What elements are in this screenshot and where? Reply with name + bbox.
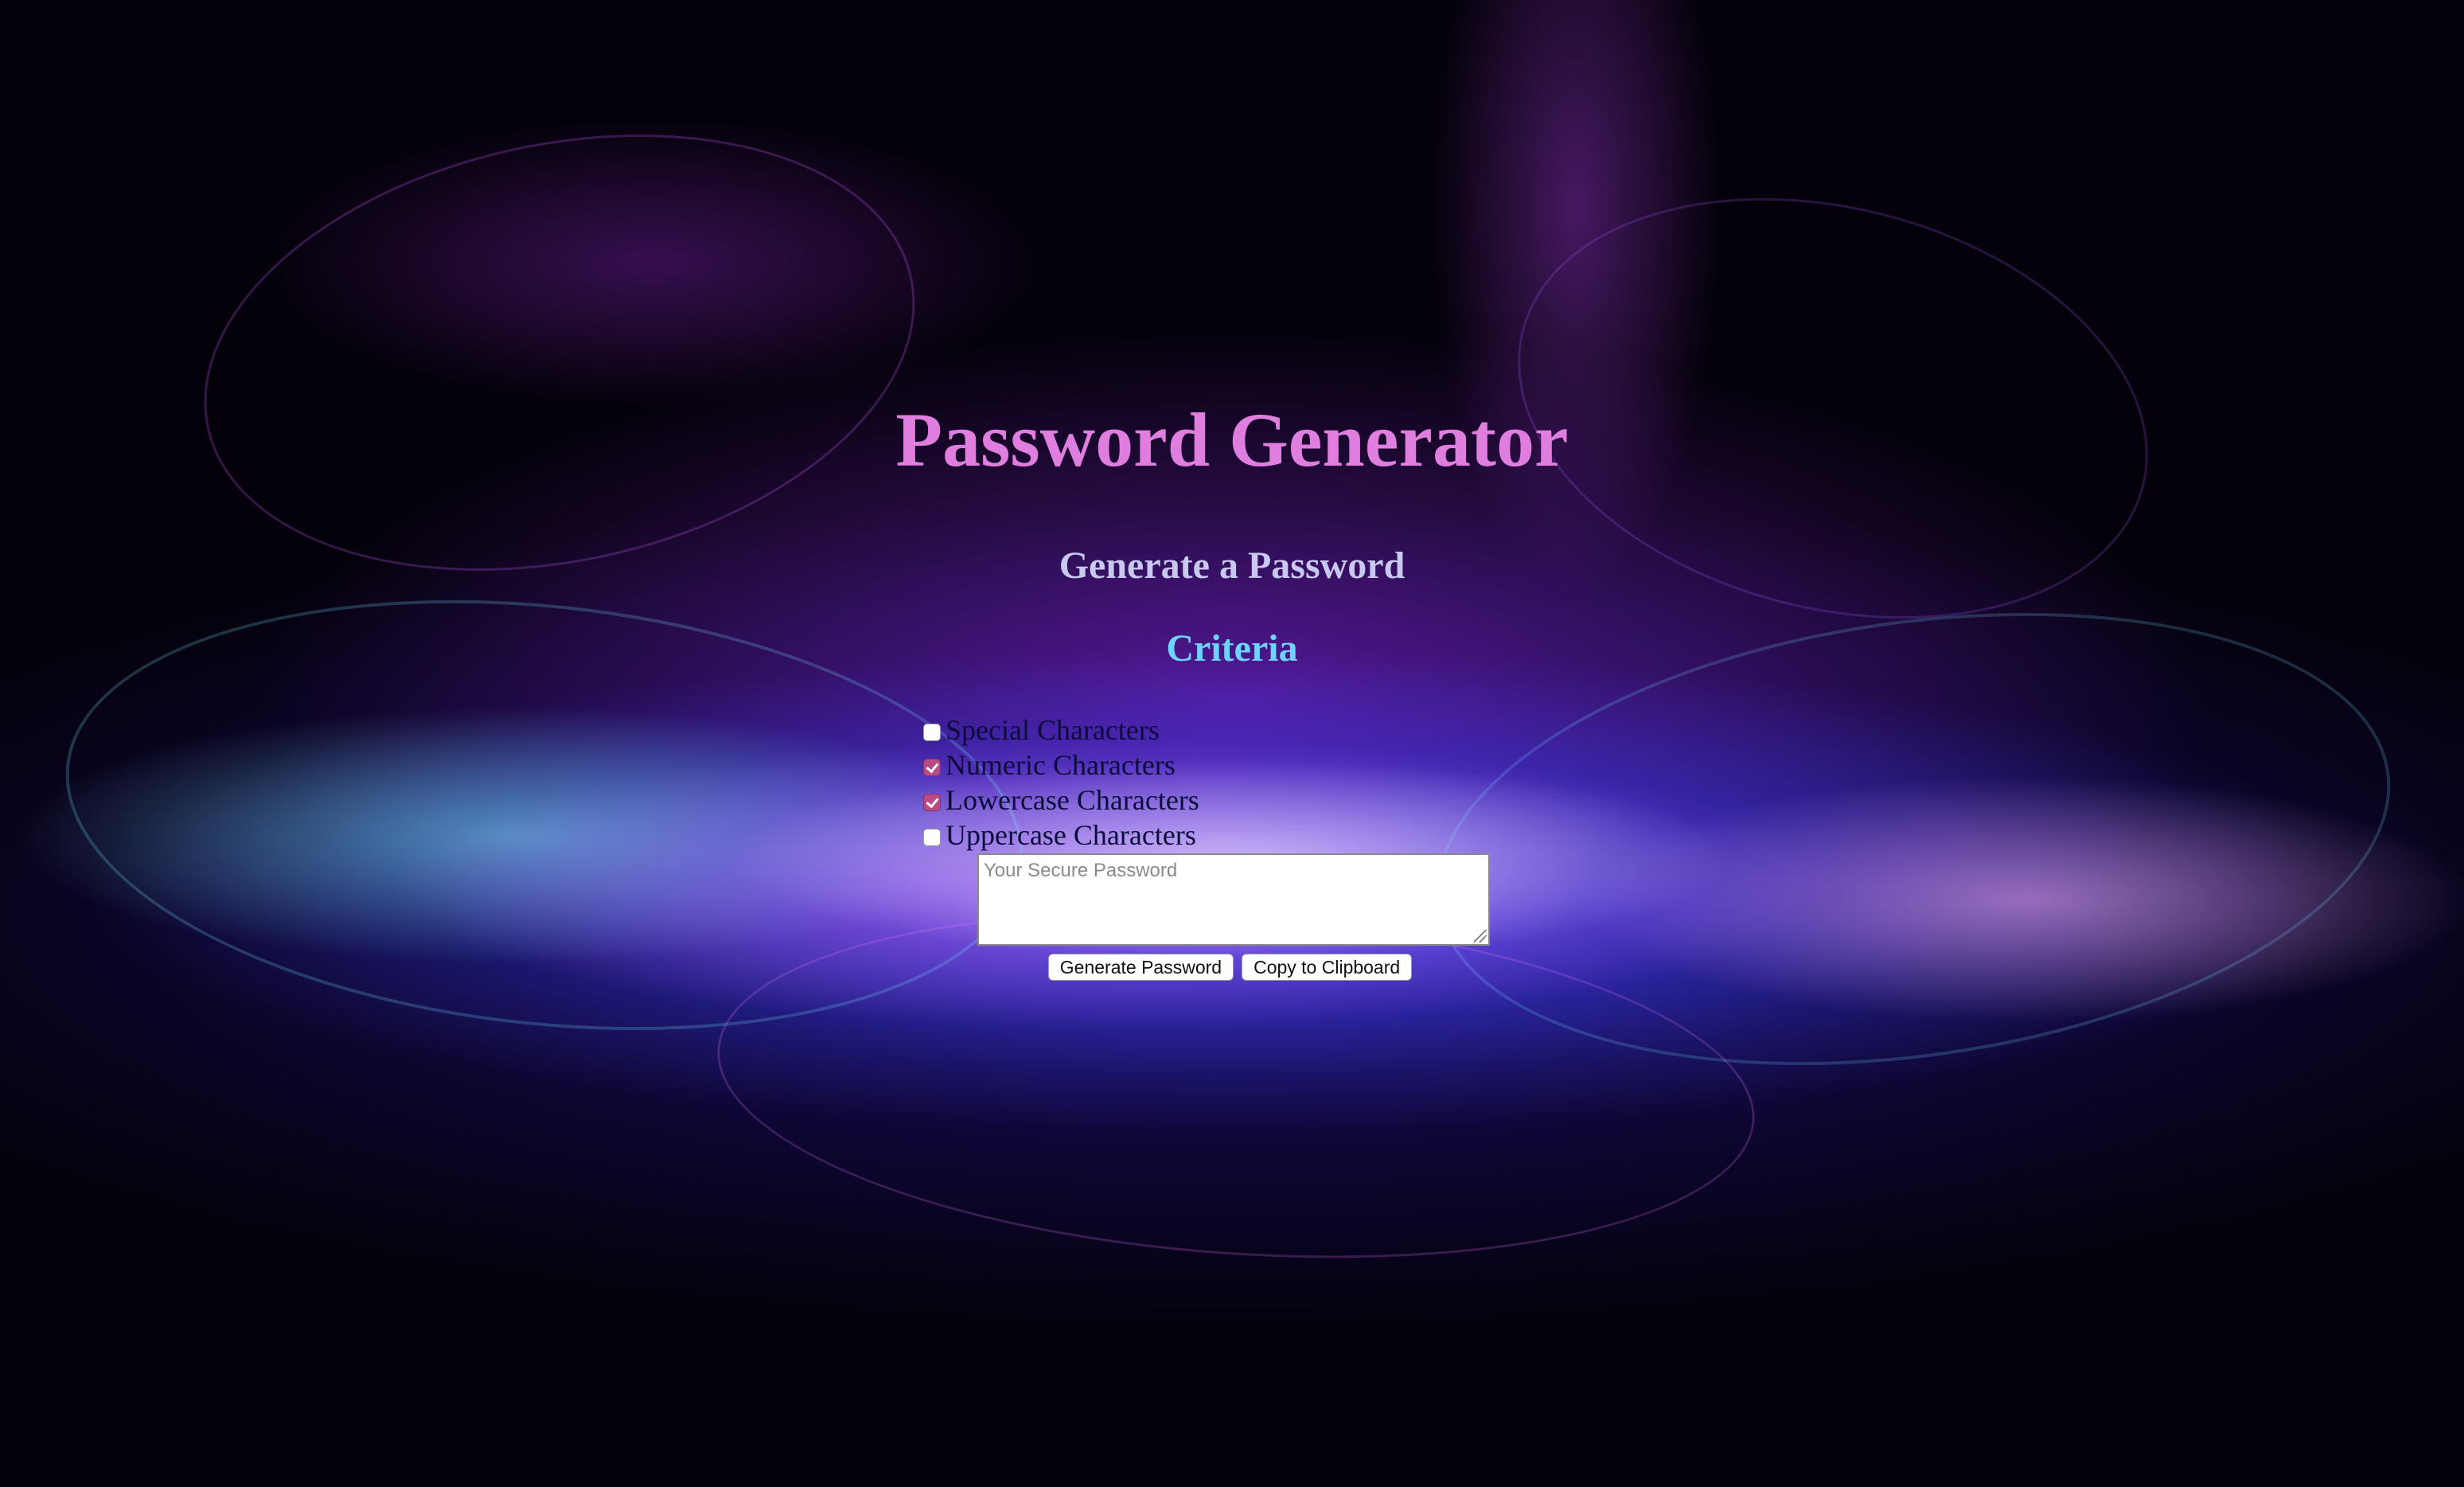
option-lowercase: Lowercase Characters xyxy=(923,783,1480,818)
numeric-characters-checkbox[interactable] xyxy=(923,759,941,776)
copy-to-clipboard-button[interactable]: Copy to Clipboard xyxy=(1242,954,1413,981)
option-numeric: Numeric Characters xyxy=(923,747,1480,783)
main-content: Password Generator Generate a Password C… xyxy=(0,0,2464,1487)
option-special: Special Characters xyxy=(923,712,1480,747)
criteria-heading: Criteria xyxy=(1166,627,1298,669)
option-uppercase: Uppercase Characters xyxy=(923,818,1480,853)
page-title: Password Generator xyxy=(895,397,1569,482)
password-output-textarea[interactable] xyxy=(977,853,1490,946)
uppercase-characters-checkbox[interactable] xyxy=(923,829,941,846)
numeric-characters-label[interactable]: Numeric Characters xyxy=(945,747,1175,783)
action-buttons: Generate Password Copy to Clipboard xyxy=(0,954,2464,981)
page-background: { "page": { "title": "Password Generator… xyxy=(0,0,2464,1487)
generate-password-button[interactable]: Generate Password xyxy=(1047,954,1234,981)
uppercase-characters-label[interactable]: Uppercase Characters xyxy=(945,818,1196,853)
criteria-options: Special Characters Numeric Characters Lo… xyxy=(923,712,1480,853)
special-characters-checkbox[interactable] xyxy=(923,724,941,741)
page-subtitle: Generate a Password xyxy=(1059,544,1405,587)
special-characters-label[interactable]: Special Characters xyxy=(945,712,1160,747)
lowercase-characters-label[interactable]: Lowercase Characters xyxy=(945,783,1199,818)
textarea-resize-handle[interactable] xyxy=(1474,930,1487,943)
lowercase-characters-checkbox[interactable] xyxy=(923,794,941,811)
